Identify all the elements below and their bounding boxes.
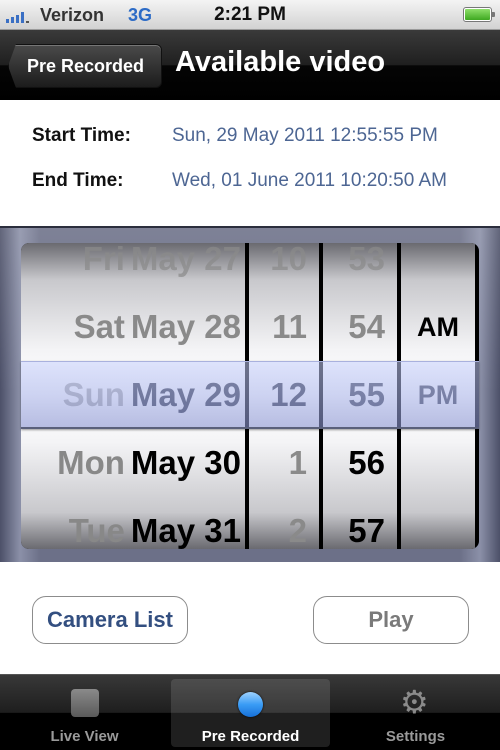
battery-icon (463, 7, 495, 22)
weekday: Sun (62, 376, 125, 413)
hour-option-selected[interactable]: 12 (249, 361, 319, 429)
tab-label: Live View (50, 728, 119, 745)
tab-bar: Live View Pre Recorded ⚙ Settings (0, 674, 500, 750)
date-option-selected[interactable]: Sun May 29 (21, 361, 245, 429)
start-time-value: Sun, 29 May 2011 12:55:55 PM (172, 125, 438, 146)
month-day: May 30 (130, 444, 241, 481)
ampm-option-selected[interactable]: PM (401, 361, 475, 429)
ampm-option[interactable]: AM (401, 293, 475, 361)
end-time-value: Wed, 01 June 2011 10:20:50 AM (172, 170, 447, 191)
minute-option-selected[interactable]: 55 (323, 361, 397, 429)
month-day: May 28 (130, 308, 241, 345)
hour-option[interactable]: 2 (249, 497, 319, 549)
hour-option[interactable]: 1 (249, 429, 319, 497)
time-range-info: Start Time: Sun, 29 May 2011 12:55:55 PM… (0, 100, 500, 226)
status-bar: Verizon 3G 2:21 PM (0, 0, 500, 30)
navigation-bar: Pre Recorded Available video (0, 30, 500, 100)
tab-live-view[interactable]: Live View (5, 679, 164, 747)
hour-option[interactable]: 11 (249, 293, 319, 361)
minute-option[interactable]: 56 (323, 429, 397, 497)
weekday: Mon (57, 444, 125, 481)
tab-settings[interactable]: ⚙ Settings (336, 679, 495, 747)
weekday: Tue (68, 512, 125, 549)
date-option[interactable]: Sat May 28 (21, 293, 245, 361)
ampm-wheel[interactable]: AM PM (401, 243, 475, 549)
hour-wheel[interactable]: 10 11 12 1 2 (249, 243, 319, 549)
page-title: Available video (175, 46, 386, 78)
tab-pre-recorded[interactable]: Pre Recorded (171, 679, 330, 747)
month-day: May 27 (130, 243, 241, 277)
weekday: Fri (82, 243, 125, 277)
end-time-label: End Time: (32, 170, 124, 191)
tab-label: Pre Recorded (201, 728, 300, 745)
month-day: May 29 (130, 376, 241, 413)
date-time-picker[interactable]: Fri May 27 Sat May 28 Sun May 29 Mon May 30 … (0, 226, 500, 562)
date-wheel[interactable]: Fri May 27 Sat May 28 Sun May 29 Mon May 30 … (21, 243, 245, 549)
action-buttons: Camera List Play (0, 562, 500, 674)
status-time: 2:21 PM (214, 4, 286, 25)
gear-icon: ⚙ (400, 684, 429, 720)
record-dot-icon (238, 692, 263, 717)
date-option[interactable]: Mon May 30 (21, 429, 245, 497)
camera-list-button[interactable]: Camera List (32, 596, 188, 644)
minute-option[interactable]: 53 (323, 243, 397, 293)
month-day: May 31 (130, 512, 241, 549)
start-time-label: Start Time: (32, 125, 131, 146)
square-icon (71, 689, 99, 717)
date-option[interactable]: Fri May 27 (21, 243, 245, 293)
minute-option[interactable]: 54 (323, 293, 397, 361)
tab-label: Settings (385, 728, 446, 745)
play-button[interactable]: Play (313, 596, 469, 644)
date-option[interactable]: Tue May 31 (21, 497, 245, 549)
minute-wheel[interactable]: 53 54 55 56 57 (323, 243, 397, 549)
hour-option[interactable]: 10 (249, 243, 319, 293)
back-button[interactable]: Pre Recorded (8, 44, 162, 88)
weekday: Sat (73, 308, 125, 345)
minute-option[interactable]: 57 (323, 497, 397, 549)
